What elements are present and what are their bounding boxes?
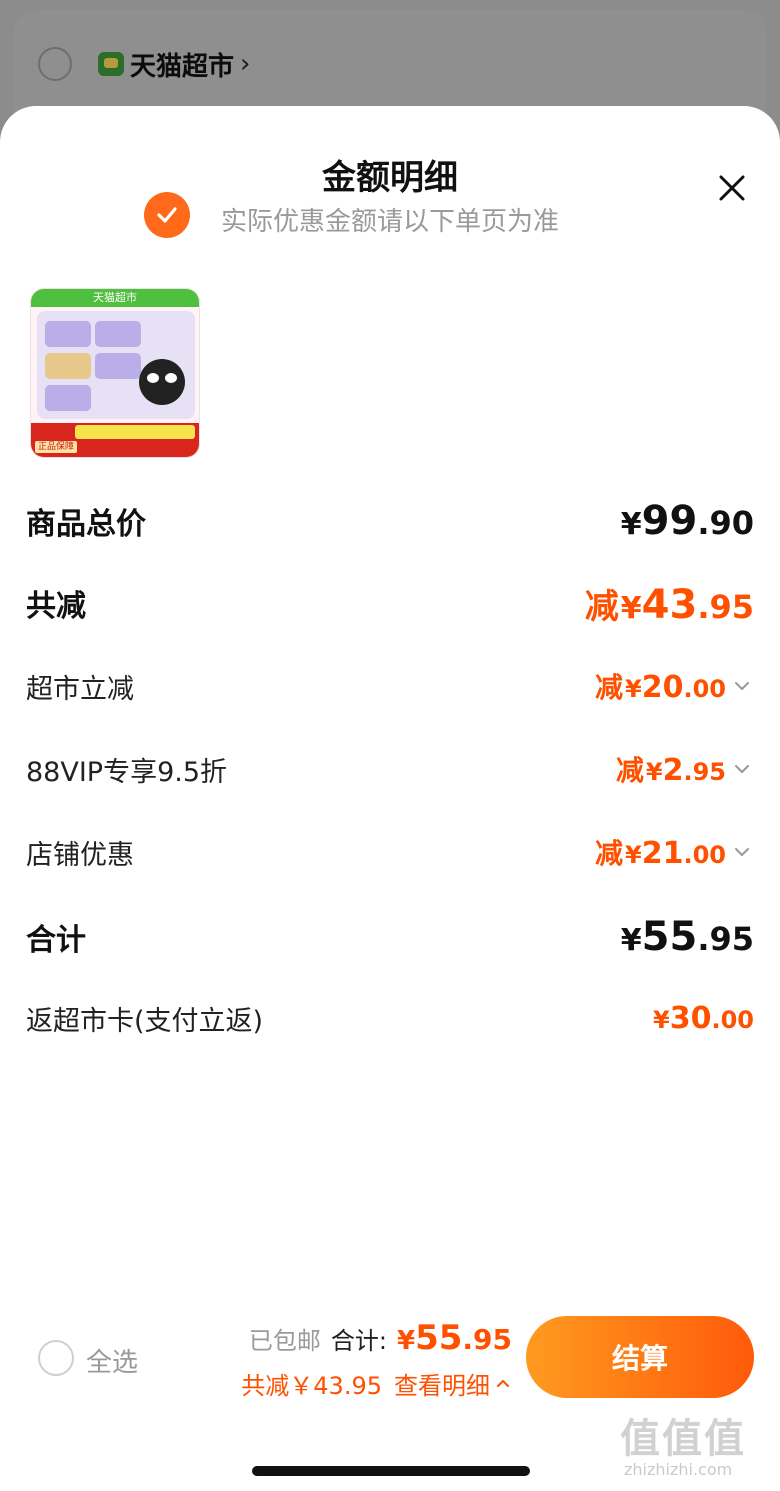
amount-integer: 20 bbox=[641, 670, 684, 705]
discount-row-store[interactable]: 店铺优惠 减 ¥ 21 .00 bbox=[26, 832, 754, 872]
thumbnail-authentic-badge: 正品保障 bbox=[35, 441, 78, 453]
thumbnail-product-image bbox=[37, 311, 195, 419]
chevron-down-icon bbox=[735, 765, 749, 773]
chevron-down-icon bbox=[735, 848, 749, 856]
grand-total-row: 合计 ¥ 55 .95 bbox=[26, 914, 754, 960]
amount-decimal: .00 bbox=[711, 1005, 754, 1034]
grand-total-amount: ¥ 55 .95 bbox=[621, 914, 754, 960]
close-button[interactable] bbox=[712, 168, 752, 208]
background-shop-radio bbox=[38, 47, 72, 81]
grand-total-label: 合计 bbox=[26, 923, 86, 958]
discount-amount: 减 ¥ 21 .00 bbox=[595, 832, 726, 872]
chevron-down-icon bbox=[735, 682, 749, 690]
amount-integer: 55 bbox=[641, 914, 698, 960]
discount-expand[interactable]: 减 ¥ 20 .00 bbox=[595, 666, 754, 706]
checkout-button[interactable]: 结算 bbox=[526, 1316, 754, 1398]
discount-row-88vip[interactable]: 88VIP专享9.5折 减 ¥ 2 .95 bbox=[26, 749, 754, 789]
thumbnail-tissue-pack bbox=[95, 353, 141, 379]
amount-decimal: .00 bbox=[683, 841, 726, 869]
product-thumbnail[interactable]: 天猫超市 正品保障 bbox=[30, 288, 200, 458]
currency-symbol: ¥ bbox=[620, 923, 642, 958]
discount-prefix: 减 bbox=[584, 586, 619, 627]
rebate-amount: ¥ 30 .00 bbox=[653, 1001, 754, 1036]
sheet-subtitle: 实际优惠金额请以下单页为准 bbox=[220, 207, 559, 237]
amount-decimal: .95 bbox=[697, 920, 754, 958]
discount-label: 88VIP专享9.5折 bbox=[26, 756, 228, 788]
thumbnail-top-banner: 天猫超市 bbox=[31, 289, 199, 307]
site-watermark: 值值值 zhizhizhi.com bbox=[620, 1406, 770, 1486]
thumbnail-tissue-pack bbox=[45, 385, 91, 411]
discount-summary: 共减￥43.95 bbox=[241, 1372, 382, 1400]
amount-detail-sheet: 金额明细 实际优惠金额请以下单页为准 天猫超市 正品保障 bbox=[0, 106, 780, 1491]
currency-symbol: ¥ bbox=[620, 507, 642, 542]
amount-integer: 30 bbox=[669, 1000, 712, 1036]
thumbnail-tissue-pack bbox=[95, 321, 141, 347]
discount-prefix: 减 bbox=[595, 837, 624, 870]
free-shipping-label: 已包邮 bbox=[248, 1327, 321, 1355]
select-all-checkbox[interactable] bbox=[38, 1340, 74, 1376]
chevron-right-icon: › bbox=[240, 49, 251, 79]
thumbnail-tissue-pack bbox=[45, 353, 91, 379]
tmall-cat-icon bbox=[139, 359, 185, 405]
discount-expand[interactable]: 减 ¥ 21 .00 bbox=[595, 832, 754, 872]
thumbnail-yellow-strip bbox=[75, 425, 195, 439]
amount-decimal: .95 bbox=[683, 758, 726, 786]
subtotal-label: 商品总价 bbox=[26, 507, 146, 542]
discount-row-supermarket[interactable]: 超市立减 减 ¥ 20 .00 bbox=[26, 666, 754, 706]
currency-symbol: ¥ bbox=[625, 675, 642, 703]
view-detail-label: 查看明细 bbox=[394, 1372, 490, 1400]
discount-summary-line: 共减￥43.95 查看明细 bbox=[241, 1366, 512, 1401]
discount-label: 超市立减 bbox=[26, 673, 134, 705]
amount-integer: 99 bbox=[641, 498, 698, 544]
amount-integer: 43 bbox=[641, 581, 698, 628]
currency-symbol: ¥ bbox=[620, 590, 642, 626]
amount-integer: 21 bbox=[641, 836, 684, 871]
subtotal-amount: ¥ 99 .90 bbox=[621, 498, 754, 544]
currency-symbol: ¥ bbox=[653, 1005, 670, 1034]
watermark-url: zhizhizhi.com bbox=[624, 1460, 733, 1479]
subtotal-row: 商品总价 ¥ 99 .90 bbox=[26, 498, 754, 544]
amount-integer: 2 bbox=[662, 753, 684, 788]
checkout-summary: 已包邮 合计: ¥ 55 .95 bbox=[249, 1318, 512, 1358]
check-icon bbox=[157, 207, 177, 223]
background-shop-name: 天猫超市 bbox=[130, 51, 235, 82]
rebate-label: 返超市卡(支付立返) bbox=[26, 1005, 264, 1037]
rebate-row: 返超市卡(支付立返) ¥ 30 .00 bbox=[26, 998, 754, 1038]
discount-amount: 减 ¥ 20 .00 bbox=[595, 666, 726, 706]
amount-decimal: .00 bbox=[683, 675, 726, 703]
amount-decimal: .90 bbox=[697, 504, 754, 542]
discount-prefix: 减 bbox=[595, 671, 624, 704]
thumbnail-tissue-pack bbox=[45, 321, 91, 347]
amount-integer: 55 bbox=[415, 1318, 463, 1358]
product-selected-checkbox[interactable] bbox=[144, 192, 190, 238]
checkout-bar: 全选 已包邮 合计: ¥ 55 .95 共减￥43.95 查看明细 结算 bbox=[0, 1308, 780, 1408]
total-discount-row: 共减 减 ¥ 43 .95 bbox=[26, 579, 754, 628]
close-icon bbox=[719, 175, 745, 201]
amount-decimal: .95 bbox=[462, 1323, 512, 1356]
discount-amount: 减 ¥ 2 .95 bbox=[616, 749, 726, 789]
total-label: 合计: bbox=[330, 1327, 387, 1355]
sheet-title: 金额明细 bbox=[322, 158, 458, 198]
view-detail-link[interactable]: 查看明细 bbox=[394, 1366, 512, 1401]
currency-symbol: ¥ bbox=[625, 841, 642, 869]
checkout-total-amount: ¥ 55 .95 bbox=[397, 1318, 512, 1358]
select-all-label[interactable]: 全选 bbox=[86, 1342, 138, 1379]
chevron-up-icon bbox=[497, 1379, 509, 1387]
currency-symbol: ¥ bbox=[645, 758, 663, 786]
tmall-supermarket-logo-icon bbox=[98, 52, 124, 76]
home-indicator[interactable] bbox=[252, 1466, 530, 1476]
discount-label: 店铺优惠 bbox=[26, 839, 134, 871]
currency-symbol: ¥ bbox=[396, 1326, 416, 1356]
discount-prefix: 减 bbox=[615, 754, 644, 787]
background-shop-header: 天猫超市 › bbox=[98, 44, 250, 84]
total-discount-amount: 减 ¥ 43 .95 bbox=[585, 579, 754, 628]
discount-expand[interactable]: 减 ¥ 2 .95 bbox=[616, 749, 754, 789]
amount-decimal: .95 bbox=[697, 587, 754, 626]
total-discount-label: 共减 bbox=[26, 589, 86, 624]
watermark-glyphs: 值值值 bbox=[620, 1416, 746, 1462]
